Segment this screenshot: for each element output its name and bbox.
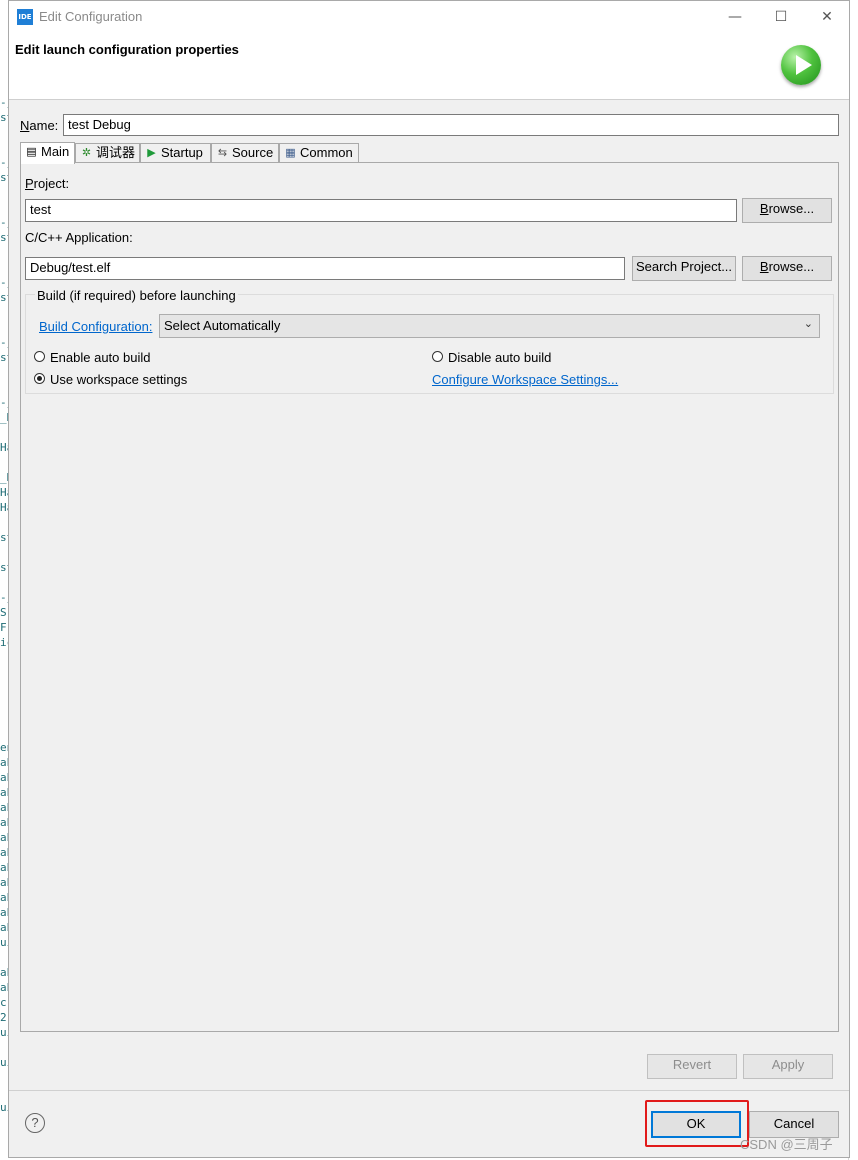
close-icon: ✕	[821, 9, 833, 25]
name-input[interactable]: test Debug	[63, 114, 839, 136]
project-label-rest: roject:	[33, 176, 70, 191]
use-workspace-settings-radio[interactable]	[34, 373, 45, 384]
chevron-down-icon: ⌄	[803, 318, 813, 330]
application-label: C/C++ Application:	[25, 230, 133, 245]
app-browse-rest: rowse...	[768, 259, 815, 274]
title-bar: IDE Edit Configuration — ☐ ✕	[9, 1, 849, 33]
configure-workspace-settings-link[interactable]: Configure Workspace Settings...	[432, 372, 618, 387]
minimize-icon: —	[728, 9, 742, 25]
ok-highlight-box	[645, 1100, 749, 1147]
tab-source-label: Source	[232, 145, 274, 160]
csdn-watermark: CSDN @三周子	[740, 1137, 833, 1152]
tab-debugger-label: 调试器	[96, 145, 136, 160]
search-project-button[interactable]: Search Project...	[632, 256, 736, 281]
help-icon[interactable]: ?	[25, 1113, 45, 1133]
build-configuration-value: Select Automatically	[164, 318, 281, 333]
maximize-button[interactable]: ☐	[761, 5, 801, 29]
debugger-bug-icon: ✲	[81, 147, 92, 159]
window-title: Edit Configuration	[39, 9, 143, 24]
header-banner: Edit launch configuration properties	[9, 33, 849, 100]
project-browse-button[interactable]: Browse...	[742, 198, 832, 223]
use-workspace-settings-label: Use workspace settings	[50, 372, 188, 387]
project-label: Project:	[25, 176, 70, 191]
minimize-button[interactable]: —	[715, 5, 755, 29]
ide-app-icon: IDE	[17, 9, 33, 25]
name-label-rest: ame:	[29, 118, 59, 133]
tab-common[interactable]: ▦ Common	[279, 143, 359, 163]
enable-auto-build-radio[interactable]	[34, 351, 45, 362]
application-input[interactable]: Debug/test.elf	[25, 257, 625, 280]
build-configuration-link[interactable]: Build Configuration:	[39, 319, 152, 334]
build-group-title: Build (if required) before launching	[35, 288, 238, 303]
enable-auto-build-label: Enable auto build	[50, 350, 151, 365]
edit-configuration-dialog: IDE Edit Configuration — ☐ ✕ Edit launch…	[8, 0, 850, 1158]
run-launch-icon	[781, 45, 821, 85]
disable-auto-build-radio[interactable]	[432, 351, 443, 362]
close-button[interactable]: ✕	[807, 5, 847, 29]
application-browse-button[interactable]: Browse...	[742, 256, 832, 281]
footer-divider	[9, 1090, 849, 1091]
apply-button[interactable]: Apply	[743, 1054, 833, 1079]
tab-startup[interactable]: ▶ Startup	[140, 143, 211, 163]
disable-auto-build-label: Disable auto build	[448, 350, 552, 365]
main-tab-icon: ▤	[26, 146, 37, 158]
tab-debugger[interactable]: ✲ 调试器	[75, 143, 140, 163]
build-configuration-select[interactable]: Select Automatically ⌄	[159, 314, 820, 338]
tab-startup-label: Startup	[161, 145, 203, 160]
maximize-icon: ☐	[774, 9, 788, 25]
project-input[interactable]: test	[25, 199, 737, 222]
tab-common-label: Common	[300, 145, 353, 160]
banner-title: Edit launch configuration properties	[15, 42, 239, 57]
project-browse-rest: rowse...	[768, 201, 815, 216]
startup-play-icon: ▶	[147, 147, 156, 159]
source-lookup-icon: ⇆	[217, 147, 228, 159]
tab-main-label: Main	[41, 144, 70, 159]
tab-source[interactable]: ⇆ Source	[211, 143, 279, 163]
tab-main[interactable]: ▤ Main	[20, 142, 75, 164]
name-label: Name:	[20, 118, 59, 133]
revert-button[interactable]: Revert	[647, 1054, 737, 1079]
common-table-icon: ▦	[285, 147, 296, 159]
